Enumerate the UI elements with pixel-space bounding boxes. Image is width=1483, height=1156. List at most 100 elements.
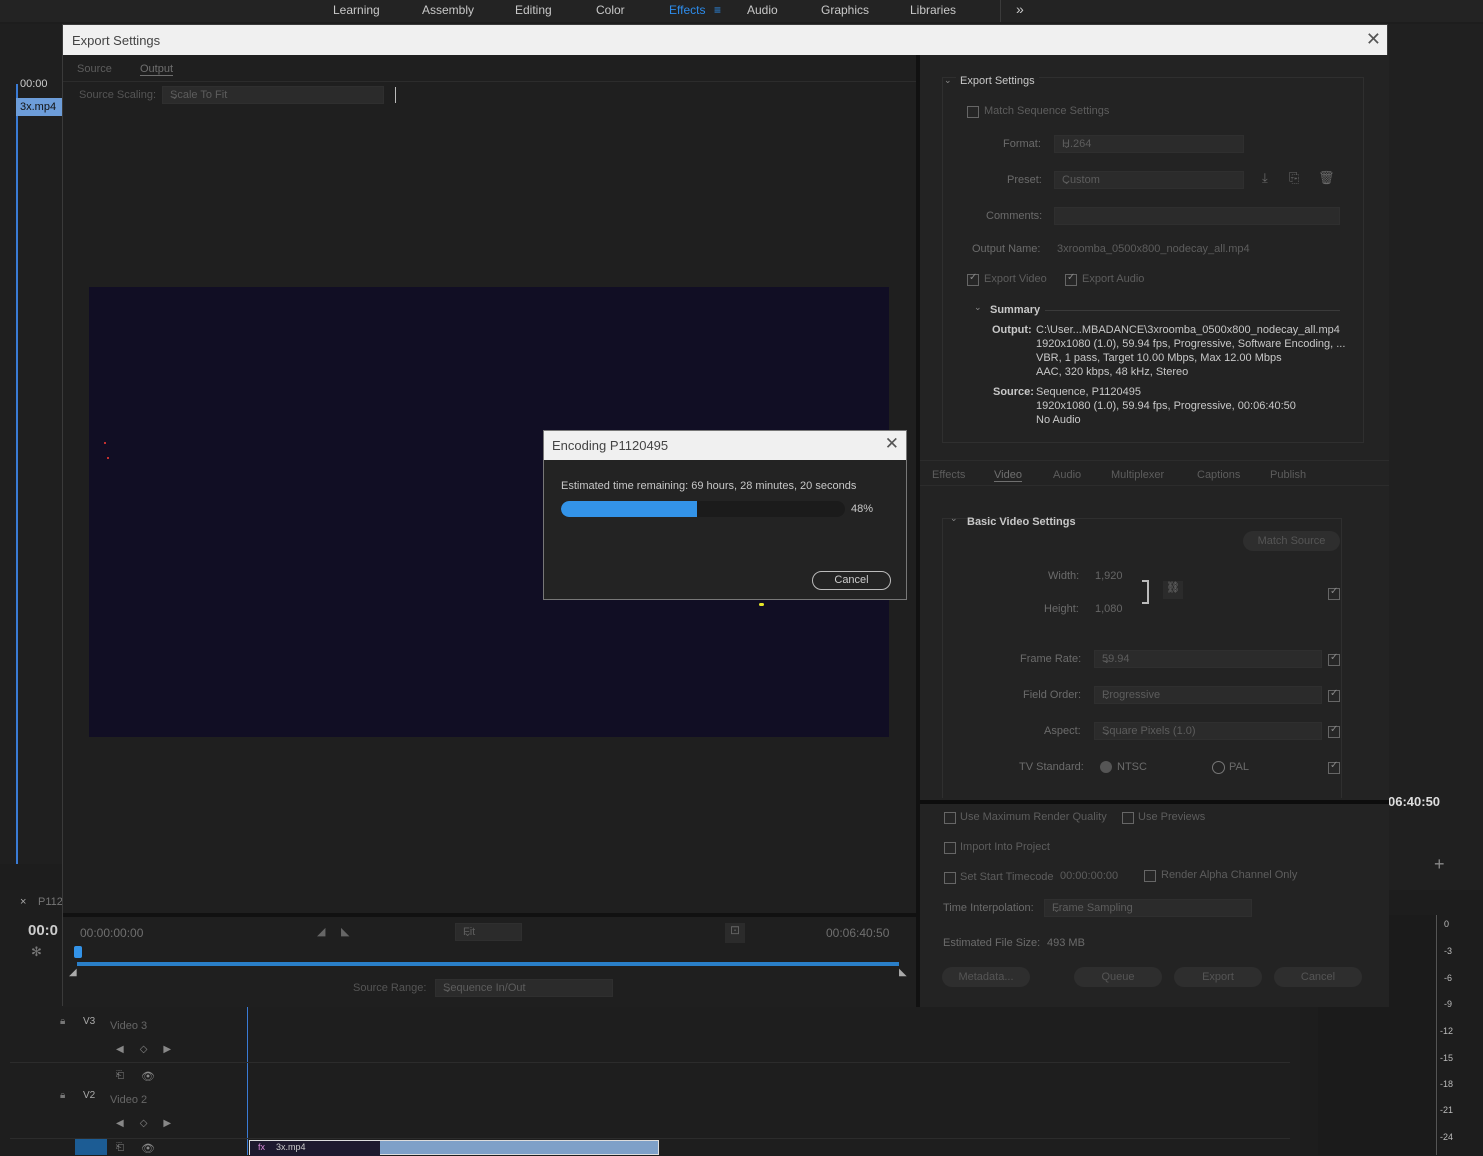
close-icon[interactable]: ✕ <box>1366 29 1381 50</box>
overflow-chevron-icon[interactable]: » <box>1016 1 1024 17</box>
snap-icon[interactable]: ✻ <box>31 944 42 960</box>
timecode-start[interactable]: 00:00:00:00 <box>80 926 143 940</box>
workspace-libraries[interactable]: Libraries <box>910 3 956 17</box>
pal-radio[interactable] <box>1212 761 1225 774</box>
match-sequence-checkbox[interactable] <box>967 106 979 118</box>
chain-link-icon[interactable]: ⛓︎ <box>1163 581 1183 599</box>
aspect-checkbox[interactable] <box>1328 724 1340 738</box>
lock-icon[interactable]: 🔒︎ <box>60 1090 65 1101</box>
tab-publish[interactable]: Publish <box>1270 469 1306 481</box>
export-button[interactable]: Export <box>1174 967 1262 987</box>
tab-captions[interactable]: Captions <box>1197 469 1240 481</box>
workspace-graphics[interactable]: Graphics <box>821 3 869 17</box>
tab-video[interactable]: Video <box>994 469 1022 482</box>
format-label: Format: <box>1003 138 1041 150</box>
render-alpha-checkbox[interactable] <box>1144 870 1156 882</box>
summary-chevron-icon[interactable]: ⌄ <box>974 302 982 313</box>
add-button-icon[interactable]: + <box>1434 854 1445 875</box>
frame-rate-select[interactable]: 59.94 ⌄ <box>1094 650 1322 668</box>
divider <box>1000 0 1001 22</box>
start-timecode-value[interactable]: 00:00:00:00 <box>1060 870 1118 882</box>
close-tab-icon[interactable]: × <box>20 896 26 908</box>
lock-icon[interactable]: 🔒︎ <box>60 1016 65 1027</box>
ntsc-label: NTSC <box>1117 761 1147 773</box>
frame-rate-checkbox[interactable] <box>1328 652 1340 666</box>
comments-field[interactable] <box>1054 207 1340 225</box>
workspace-color[interactable]: Color <box>596 3 625 17</box>
track-target[interactable] <box>75 1139 107 1155</box>
use-previews-checkbox[interactable] <box>1122 812 1134 824</box>
width-value[interactable]: 1,920 <box>1095 570 1123 582</box>
track-v2[interactable]: V2 <box>83 1090 95 1101</box>
export-video-checkbox[interactable] <box>967 272 979 286</box>
clip-label[interactable]: 3x.mp4 <box>16 98 62 116</box>
time-interp-select[interactable]: Frame Sampling ⌄ <box>1044 899 1252 917</box>
encoding-cancel-button[interactable]: Cancel <box>812 571 891 590</box>
menu-icon[interactable]: ≡ <box>714 3 721 17</box>
out-point-icon[interactable]: ◣ <box>899 967 907 978</box>
fit-select[interactable]: Fit ⌄ <box>455 923 522 941</box>
source-scaling-select[interactable]: Scale To Fit ⌄ <box>162 86 384 104</box>
timeline-clip[interactable]: fx 3x.mp4 <box>249 1140 659 1156</box>
tab-audio[interactable]: Audio <box>1053 469 1081 481</box>
source-range-select[interactable]: Sequence In/Out ⌄ <box>435 979 613 997</box>
divider <box>920 460 1389 461</box>
comments-label: Comments: <box>986 210 1043 222</box>
import-project-checkbox[interactable] <box>944 842 956 854</box>
chevron-down-icon: ⌄ <box>1062 175 1072 187</box>
tv-standard-checkbox[interactable] <box>1328 760 1340 774</box>
max-render-label: Use Maximum Render Quality <box>960 811 1107 823</box>
metadata-button[interactable]: Metadata... <box>942 967 1030 987</box>
track-v3[interactable]: V3 <box>83 1016 95 1027</box>
in-point-icon[interactable]: ◢ <box>69 967 77 978</box>
export-audio-checkbox[interactable] <box>1065 272 1077 286</box>
keyframe-nav-icon[interactable]: ◀◇▶ <box>116 1044 187 1055</box>
sequence-tab[interactable]: P112 <box>38 896 63 908</box>
eye-icon[interactable]: 👁︎ <box>141 1142 155 1155</box>
encoding-title-bar: Encoding P1120495 ✕ <box>544 431 906 460</box>
set-out-icon[interactable]: ◣ <box>341 925 349 938</box>
meter-tick: -6 <box>1444 973 1453 983</box>
toggle-output-icon[interactable]: ⎗ <box>116 1142 124 1153</box>
preset-select[interactable]: Custom ⌄ <box>1054 171 1244 189</box>
workspace-learning[interactable]: Learning <box>333 3 380 17</box>
toggle-output-icon[interactable]: ⎗ <box>116 1070 124 1081</box>
collapse-chevron-icon[interactable]: ⌄ <box>944 75 952 86</box>
tab-output[interactable]: Output <box>140 63 174 76</box>
field-order-select[interactable]: Progressive ⌄ <box>1094 686 1322 704</box>
queue-button[interactable]: Queue <box>1074 967 1162 987</box>
height-value[interactable]: 1,080 <box>1095 603 1123 615</box>
aspect-select[interactable]: Square Pixels (1.0) ⌄ <box>1094 722 1322 740</box>
workspace-audio[interactable]: Audio <box>747 3 778 17</box>
chevron-down-icon: ⌄ <box>170 90 180 102</box>
output-name-link[interactable]: 3xroomba_0500x800_nodecay_all.mp4 <box>1057 243 1250 255</box>
summary-source-line: Sequence, P1120495 <box>1036 386 1141 398</box>
delete-preset-icon[interactable]: 🗑︎ <box>1318 170 1335 186</box>
eye-icon[interactable]: 👁︎ <box>141 1070 155 1083</box>
field-order-checkbox[interactable] <box>1328 688 1340 702</box>
start-timecode-checkbox[interactable] <box>944 872 956 884</box>
cancel-button[interactable]: Cancel <box>1274 967 1362 987</box>
match-source-button[interactable]: Match Source <box>1243 531 1340 551</box>
workspace-editing[interactable]: Editing <box>515 3 552 17</box>
tab-source[interactable]: Source <box>77 63 112 75</box>
set-in-icon[interactable]: ◢ <box>317 925 325 938</box>
save-preset-icon[interactable]: ⤓ <box>1262 170 1268 186</box>
tab-effects[interactable]: Effects <box>932 469 965 481</box>
keyframe-nav-icon[interactable]: ◀◇▶ <box>116 1118 187 1129</box>
timeline-range-bar[interactable] <box>77 962 899 966</box>
est-size-label: Estimated File Size: <box>943 937 1041 949</box>
workspace-assembly[interactable]: Assembly <box>422 3 474 17</box>
splitter[interactable] <box>920 800 1389 804</box>
resolution-checkbox[interactable] <box>1328 586 1340 600</box>
tab-multiplexer[interactable]: Multiplexer <box>1111 469 1164 481</box>
format-select[interactable]: H.264 ⌄ <box>1054 135 1244 153</box>
playhead-handle[interactable] <box>74 946 82 958</box>
collapse-chevron-icon[interactable]: ⌄ <box>950 513 958 524</box>
close-icon[interactable]: ✕ <box>885 434 899 454</box>
ntsc-radio[interactable] <box>1100 761 1112 773</box>
import-preset-icon[interactable]: ⎘ <box>1289 170 1299 186</box>
aspect-icon[interactable]: ⊡ <box>725 923 745 943</box>
workspace-effects[interactable]: Effects <box>669 3 705 17</box>
max-render-checkbox[interactable] <box>944 812 956 824</box>
